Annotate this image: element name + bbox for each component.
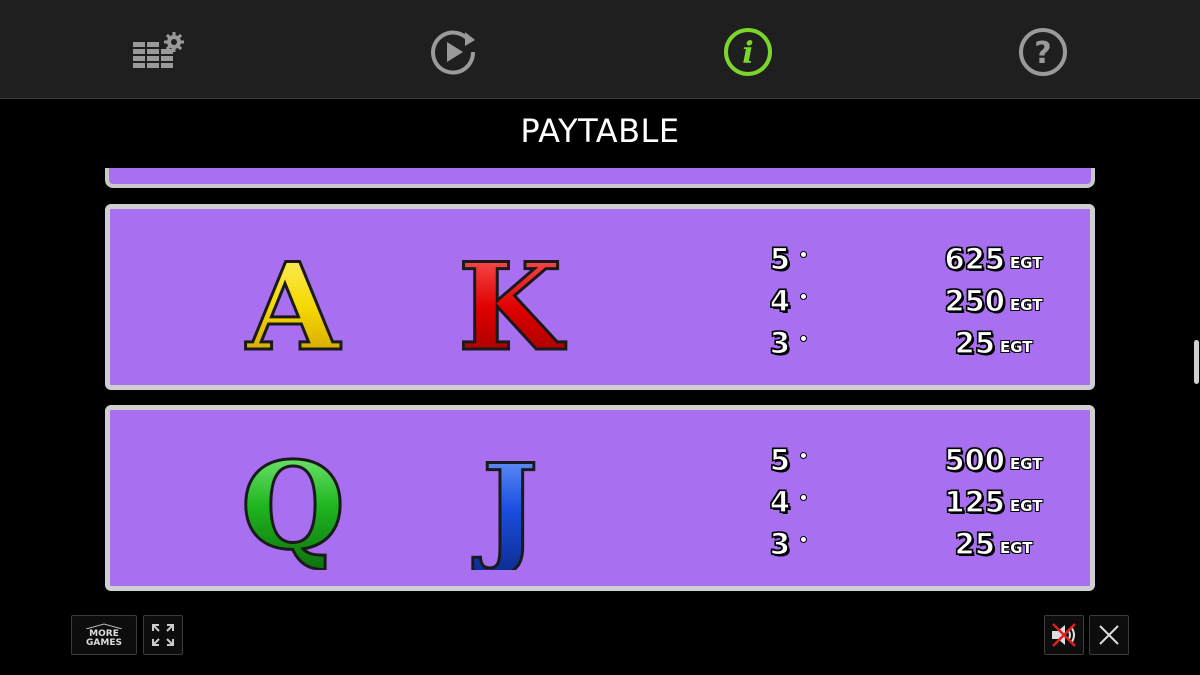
close-button[interactable]	[1089, 615, 1129, 655]
pay-dot	[800, 494, 807, 501]
pay-count: 3	[769, 325, 791, 360]
paytable-panel-ak: A K 5 625 EGT 4 250 EGT 3 25 EGT	[105, 204, 1095, 390]
help-glyph: ?	[1034, 36, 1051, 71]
autoplay-button[interactable]	[425, 24, 481, 80]
pay-dot	[800, 251, 807, 258]
pay-unit: EGT	[1000, 539, 1033, 557]
pay-amount: 500	[944, 442, 1006, 477]
pay-count: 5	[769, 241, 791, 276]
help-icon: ?	[1019, 28, 1067, 76]
svg-text:K: K	[458, 237, 566, 369]
pay-amount: 25	[954, 526, 996, 561]
paytable-panel-edge	[105, 168, 1095, 188]
more-games-label: MORE GAMES	[84, 622, 124, 648]
symbol-q: Q	[233, 430, 353, 571]
info-icon: i	[724, 28, 772, 76]
pay-dot	[800, 293, 807, 300]
pay-count: 5	[769, 442, 791, 477]
pay-row: 3 25 EGT	[765, 325, 1065, 366]
pay-unit: EGT	[1010, 254, 1043, 272]
close-icon	[1099, 625, 1119, 645]
svg-text:J: J	[473, 438, 539, 570]
symbol-j: J	[450, 430, 570, 571]
scrollbar-thumb[interactable]	[1194, 340, 1199, 384]
pay-row: 5 500 EGT	[765, 442, 1065, 483]
help-button[interactable]: ?	[1015, 24, 1071, 80]
pay-row: 5 625 EGT	[765, 241, 1065, 282]
paytable-panel-qj: Q J 5 500 EGT 4 125 EGT 3 25 EGT	[105, 405, 1095, 591]
pay-row: 3 25 EGT	[765, 526, 1065, 567]
settings-button[interactable]	[130, 24, 186, 80]
pay-count: 4	[769, 283, 791, 318]
pay-unit: EGT	[1010, 497, 1043, 515]
pay-unit: EGT	[1000, 338, 1033, 356]
page-title: PAYTABLE	[520, 112, 680, 150]
sound-button[interactable]	[1044, 615, 1084, 655]
pay-unit: EGT	[1010, 296, 1043, 314]
pay-amount: 25	[954, 325, 996, 360]
symbol-a: A	[233, 229, 353, 370]
info-button[interactable]: i	[720, 24, 776, 80]
pay-amount: 125	[944, 484, 1006, 519]
top-toolbar: i ?	[0, 0, 1200, 99]
pay-amount: 250	[944, 283, 1006, 318]
pay-row: 4 250 EGT	[765, 283, 1065, 324]
roof-icon	[85, 622, 123, 629]
info-glyph: i	[742, 36, 753, 71]
pay-row: 4 125 EGT	[765, 484, 1065, 525]
svg-text:A: A	[245, 237, 341, 369]
svg-text:Q: Q	[241, 436, 346, 570]
sound-muted-icon	[1052, 623, 1076, 647]
pay-count: 3	[769, 526, 791, 561]
pay-dot	[800, 335, 807, 342]
more-games-button[interactable]: MORE GAMES	[71, 615, 137, 655]
autoplay-icon	[431, 30, 476, 75]
pay-unit: EGT	[1010, 455, 1043, 473]
pay-dot	[800, 452, 807, 459]
pay-amount: 625	[944, 241, 1006, 276]
symbol-k: K	[450, 229, 570, 370]
settings-icon	[133, 32, 184, 68]
pay-dot	[800, 536, 807, 543]
fullscreen-button[interactable]	[143, 615, 183, 655]
pay-count: 4	[769, 484, 791, 519]
fullscreen-icon	[152, 624, 174, 646]
